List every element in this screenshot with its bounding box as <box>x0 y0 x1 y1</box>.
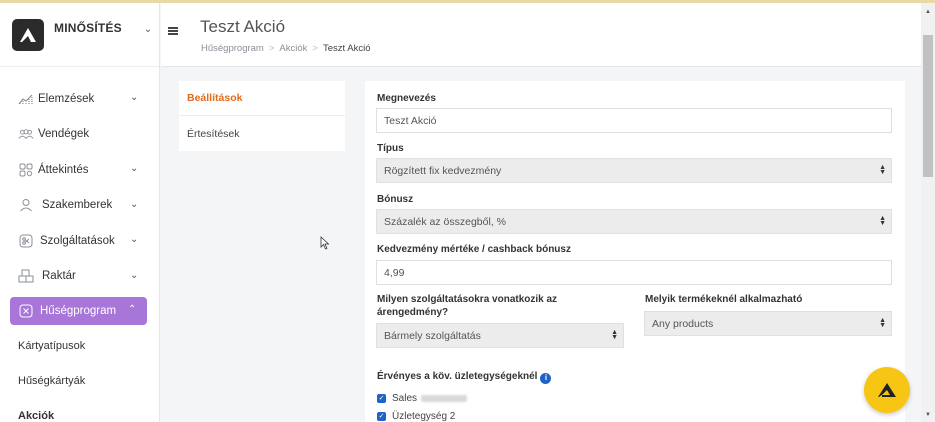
brand-switcher[interactable]: MINŐSÍTÉS ⌄ <box>0 3 159 67</box>
sidebar-item-elemzesek[interactable]: Elemzések ⌄ <box>0 81 159 117</box>
chevron-down-icon: ⌄ <box>130 163 139 174</box>
floating-action-button[interactable] <box>864 367 910 413</box>
products-select-value: Any products <box>652 317 714 330</box>
sidebar-item-attekintes[interactable]: Áttekintés ⌄ <box>0 152 159 188</box>
scroll-down-arrow-icon[interactable]: ▼ <box>925 412 931 418</box>
sidebar-subitem-husegkartyak[interactable]: Hűségkártyák <box>0 363 159 398</box>
bonus-select[interactable]: Százalék az összegből, % ▲ ▼ <box>376 209 892 234</box>
checkbox-checked-icon[interactable]: ✓ <box>377 394 386 403</box>
chevron-down-icon: ⌄ <box>130 198 139 210</box>
sidebar-item-husegprogram[interactable]: Hűségprogram ⌃ <box>10 297 147 325</box>
scrollbar-thumb[interactable] <box>923 35 933 177</box>
breadcrumb: Hűségprogram > Akciók > Teszt Akció <box>201 43 370 54</box>
settings-form: Megnevezés Teszt Akció Típus Rögzített f… <box>365 81 905 422</box>
bonus-label: Bónusz <box>377 194 414 205</box>
sidebar-item-vendegek[interactable]: Vendégek <box>0 117 159 153</box>
type-select-value: Rögzített fix kedvezmény <box>384 164 502 177</box>
select-arrows-icon: ▲ ▼ <box>879 215 886 227</box>
sidebar-item-label: Vendégek <box>38 128 90 141</box>
loyalty-icon <box>18 303 34 319</box>
sidebar-item-szakemberek[interactable]: Szakemberek ⌄ <box>0 188 159 224</box>
mouse-cursor-icon <box>320 236 330 253</box>
locations-label: Érvényes a köv. üzletegységeknél i <box>377 371 552 384</box>
users-icon <box>18 126 34 142</box>
type-label: Típus <box>377 143 404 154</box>
location-label: Sales <box>392 393 418 404</box>
chevron-down-icon: ⌄ <box>130 234 139 245</box>
page-header: Teszt Akció Hűségprogram > Akciók > Teszt Ak… <box>161 3 921 67</box>
chevron-down-icon: ⌄ <box>130 269 139 281</box>
breadcrumb-separator-icon: > <box>312 43 318 54</box>
scissors-icon <box>18 233 34 249</box>
sidebar-item-label: Szakemberek <box>42 199 113 212</box>
name-input[interactable]: Teszt Akció <box>376 108 892 133</box>
page-title: Teszt Akció <box>200 17 286 36</box>
location-checkbox-row[interactable]: ✓ Üzletegység 2 <box>377 411 455 422</box>
breadcrumb-link-husegprogram[interactable]: Hűségprogram <box>201 43 264 54</box>
discount-input[interactable]: 4,99 <box>376 260 892 285</box>
breadcrumb-link-akciok[interactable]: Akciók <box>279 43 307 54</box>
select-arrows-icon: ▲ ▼ <box>879 317 886 329</box>
select-arrows-icon: ▲ ▼ <box>879 164 886 176</box>
grid-icon <box>18 162 34 178</box>
sidebar-subitem-kartyatipusok[interactable]: Kártyatípusok <box>0 328 159 363</box>
sidebar-item-label: Hűségprogram <box>40 305 117 317</box>
name-label: Megnevezés <box>377 93 436 104</box>
chevron-up-icon: ⌃ <box>128 304 137 315</box>
breadcrumb-separator-icon: > <box>268 43 275 54</box>
sidebar-item-szolgaltatasok[interactable]: Szolgáltatások ⌄ <box>0 223 159 259</box>
sidebar-item-label: Áttekintés <box>38 163 89 176</box>
breadcrumb-current: Teszt Akció <box>322 43 371 54</box>
services-select-value: Bármely szolgáltatás <box>384 329 481 342</box>
boxes-icon <box>18 268 34 284</box>
brand-name: MINŐSÍTÉS <box>54 20 122 35</box>
products-select[interactable]: Any products ▲ ▼ <box>644 311 892 336</box>
settings-nav: Beállítások Értesítések <box>179 81 345 151</box>
bonus-select-value: Százalék az összegből, % <box>384 215 506 228</box>
sidebar-item-raktar[interactable]: Raktár ⌄ <box>0 259 159 295</box>
services-label: Milyen szolgáltatásokra vonatkozik az ár… <box>377 294 558 318</box>
scroll-up-arrow-icon[interactable]: ▲ <box>925 9 931 15</box>
checkbox-checked-icon[interactable]: ✓ <box>377 412 386 421</box>
brand-logo-icon <box>878 383 896 397</box>
settings-tab-beallitasok[interactable]: Beállítások <box>179 81 345 116</box>
sidebar-item-label: Raktár <box>42 270 76 283</box>
page-scrollbar[interactable]: ▲ ▼ <box>921 3 935 422</box>
services-select[interactable]: Bármely szolgáltatás ▲ ▼ <box>376 323 624 348</box>
sidebar-item-label: Szolgáltatások <box>40 234 115 247</box>
chevron-down-icon: ⌄ <box>130 92 139 103</box>
chevron-down-icon: ⌄ <box>143 24 153 35</box>
redacted-text <box>421 395 468 402</box>
hamburger-menu-icon[interactable] <box>168 27 178 35</box>
brand-logo-icon <box>12 18 44 51</box>
select-arrows-icon: ▲ ▼ <box>611 329 618 341</box>
sidebar-item-label: Elemzések <box>38 92 95 105</box>
location-label: Üzletegység 2 <box>392 411 456 422</box>
info-icon[interactable]: i <box>540 372 552 384</box>
person-icon <box>18 197 34 213</box>
location-checkbox-row[interactable]: ✓ Sales <box>377 393 468 404</box>
products-label: Melyik termékeknél alkalmazható <box>645 294 803 305</box>
type-select[interactable]: Rögzített fix kedvezmény ▲ ▼ <box>376 158 892 183</box>
locations-label-text: Érvényes a köv. üzletegységeknél <box>377 371 538 382</box>
chart-icon <box>18 91 34 107</box>
sidebar-nav: Elemzések ⌄ Vendégek Áttekintés ⌄ Szakem… <box>0 67 159 422</box>
discount-label: Kedvezmény mértéke / cashback bónusz <box>377 244 571 255</box>
sidebar-subitem-akciok[interactable]: Akciók <box>0 398 159 422</box>
sidebar: MINŐSÍTÉS ⌄ Elemzések ⌄ Vendégek Áttekin… <box>0 3 160 422</box>
settings-tab-ertesitesek[interactable]: Értesítések <box>179 116 345 151</box>
